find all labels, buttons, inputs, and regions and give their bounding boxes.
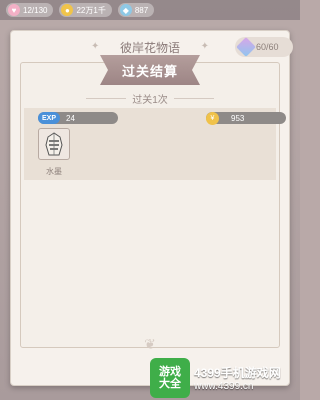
ink-outfit-icon	[45, 132, 63, 156]
stamina-counter[interactable]: ♥ 12/130	[6, 3, 54, 17]
diamond-icon: ◆	[119, 4, 132, 16]
watermark-site-name: 4399手机游戏网	[194, 366, 281, 380]
resource-bar: ♥ 12/130 ● 22万1千 ◆ 887	[0, 0, 300, 20]
coin-reward: ¥ 953	[206, 111, 286, 125]
watermark-url: www.4399.cn	[194, 381, 254, 392]
clear-count: 过关1次	[132, 94, 168, 106]
exp-value: 24	[66, 113, 75, 123]
exp-reward: EXP 24	[38, 112, 118, 124]
plus-deco-icon: ✦	[200, 41, 209, 52]
exp-badge: EXP	[38, 112, 60, 124]
watermark-text: 4399手机游戏网 www.4399.cn	[194, 364, 281, 392]
coin-total: 22万1千	[76, 5, 106, 15]
clear-count-row: 过关1次	[20, 90, 280, 106]
coin-reward-value: 953	[231, 113, 245, 123]
divider	[86, 97, 127, 99]
reward-item-slot[interactable]	[38, 128, 70, 160]
stamina-value: 12/130	[23, 5, 48, 15]
gem-value: 887	[134, 5, 149, 15]
attempt-counter-value: 60/60	[256, 42, 279, 52]
reward-item-name: 水墨	[46, 167, 62, 176]
site-watermark: 游戏 大全 4399手机游戏网 www.4399.cn	[150, 356, 300, 400]
plus-deco-icon: ✦	[91, 41, 100, 52]
divider	[173, 97, 214, 99]
attempt-counter: 60/60	[235, 37, 293, 57]
result-ribbon: 过关结算	[100, 55, 200, 85]
coin-counter[interactable]: ● 22万1千	[59, 3, 112, 17]
coin-icon: ¥	[206, 111, 219, 125]
heart-icon: ♥	[8, 4, 20, 16]
watermark-logo: 游戏 大全	[150, 358, 190, 398]
coin-icon: ●	[61, 4, 74, 16]
flourish-icon: ❦	[144, 336, 156, 352]
gem-counter[interactable]: ◆ 887	[117, 3, 155, 17]
stage-title: 彼岸花物语	[119, 40, 180, 55]
crystal-icon	[236, 37, 256, 57]
